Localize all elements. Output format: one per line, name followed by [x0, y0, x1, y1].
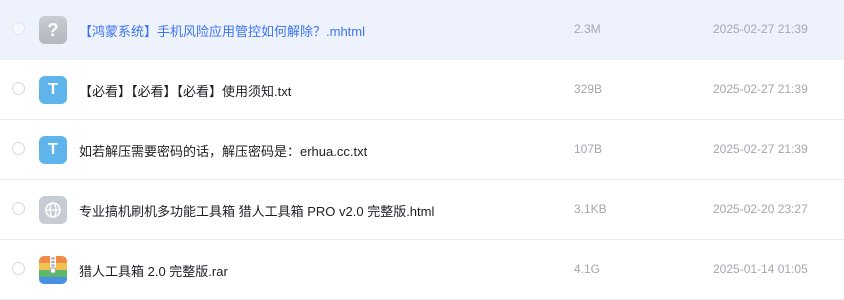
file-size: 329B: [574, 82, 603, 96]
text-file-icon: T: [39, 136, 67, 164]
row-checkbox[interactable]: [12, 22, 25, 35]
file-name[interactable]: 猎人工具箱 2.0 完整版.rar: [79, 261, 228, 280]
row-checkbox[interactable]: [12, 142, 25, 155]
file-list: ? 【鸿蒙系统】手机风险应用管控如何解除？.mhtml 2.3M 2025-02…: [0, 0, 844, 300]
row-checkbox[interactable]: [12, 202, 25, 215]
file-name[interactable]: 专业搞机刷机多功能工具箱 猎人工具箱 PRO v2.0 完整版.html: [79, 201, 434, 220]
file-date: 2025-02-20 23:27: [713, 202, 808, 216]
file-size: 3.1KB: [574, 202, 607, 216]
file-size: 4.1G: [574, 262, 601, 276]
text-file-glyph: T: [48, 81, 58, 98]
file-row[interactable]: ? 【鸿蒙系统】手机风险应用管控如何解除？.mhtml 2.3M 2025-02…: [0, 0, 844, 60]
file-date: 2025-02-27 21:39: [713, 142, 808, 156]
unknown-file-icon: ?: [39, 16, 67, 44]
text-file-glyph: T: [48, 141, 58, 158]
text-file-icon: T: [39, 76, 67, 104]
file-date: 2025-01-14 01:05: [713, 262, 808, 276]
file-size: 107B: [574, 142, 603, 156]
file-row[interactable]: T 如若解压需要密码的话，解压密码是：erhua.cc.txt 107B 202…: [0, 120, 844, 180]
archive-icon-graphic: [39, 256, 67, 284]
archive-icon: [39, 256, 67, 284]
globe-icon: [39, 196, 67, 224]
file-date: 2025-02-27 21:39: [713, 82, 808, 96]
file-size: 2.3M: [574, 22, 601, 36]
file-row[interactable]: 专业搞机刷机多功能工具箱 猎人工具箱 PRO v2.0 完整版.html 3.1…: [0, 180, 844, 240]
file-name[interactable]: 【必看】【必看】【必看】使用须知.txt: [79, 81, 291, 100]
file-name[interactable]: 如若解压需要密码的话，解压密码是：erhua.cc.txt: [79, 141, 367, 160]
globe-icon-graphic: [45, 202, 61, 218]
file-name[interactable]: 【鸿蒙系统】手机风险应用管控如何解除？.mhtml: [79, 21, 365, 40]
unknown-file-glyph: ?: [47, 19, 59, 40]
row-checkbox[interactable]: [12, 82, 25, 95]
file-date: 2025-02-27 21:39: [713, 22, 808, 36]
file-row[interactable]: T 【必看】【必看】【必看】使用须知.txt 329B 2025-02-27 2…: [0, 60, 844, 120]
file-row[interactable]: 猎人工具箱 2.0 完整版.rar 4.1G 2025-01-14 01:05: [0, 240, 844, 300]
row-checkbox[interactable]: [12, 262, 25, 275]
